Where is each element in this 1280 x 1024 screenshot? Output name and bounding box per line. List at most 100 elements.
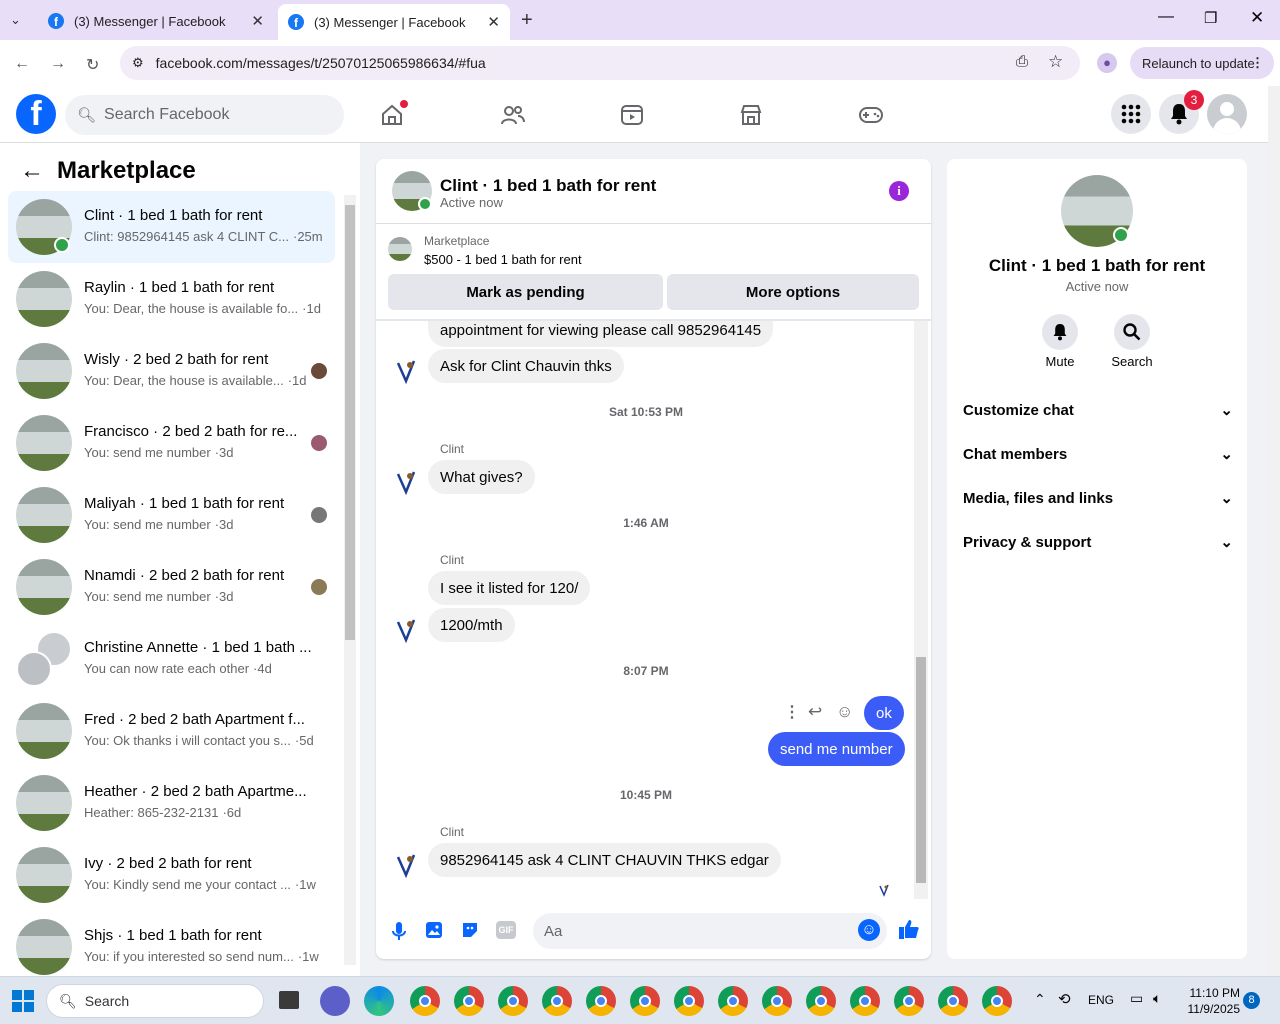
back-icon[interactable]: ← xyxy=(14,55,30,73)
sticker-icon[interactable] xyxy=(460,920,480,940)
conversation-item[interactable]: Nnamdi · 2 bed 2 bath for rent You: send … xyxy=(8,551,335,623)
profile-name[interactable]: Clint · 1 bed 1 bath for rent xyxy=(947,256,1247,276)
microphone-icon[interactable] xyxy=(390,921,408,941)
conversation-item[interactable]: Raylin · 1 bed 1 bath for rent You: Dear,… xyxy=(8,263,335,335)
task-view-icon[interactable] xyxy=(279,991,299,1009)
reload-icon[interactable]: ↻ xyxy=(86,55,99,75)
listing-thumbnail[interactable] xyxy=(388,237,412,261)
chrome-window-icon[interactable] xyxy=(718,986,748,1016)
message-bubble[interactable]: I see it listed for 120/ xyxy=(428,571,591,605)
sender-avatar[interactable] xyxy=(394,357,422,385)
conversation-item[interactable]: Wisly · 2 bed 2 bath for rent You: Dear, … xyxy=(8,335,335,407)
back-arrow-icon[interactable]: ← xyxy=(20,157,44,185)
list-scrollbar[interactable] xyxy=(344,195,356,965)
message-bubble[interactable]: Ask for Clint Chauvin thks xyxy=(428,349,624,383)
more-actions-icon[interactable]: ⋮ xyxy=(784,702,800,722)
chrome-window-icon[interactable] xyxy=(542,986,572,1016)
chat-title[interactable]: Clint · 1 bed 1 bath for rent xyxy=(440,176,656,196)
react-emoji-icon[interactable]: ☺ xyxy=(836,702,853,722)
menu-grid-button[interactable] xyxy=(1111,94,1151,134)
conversation-item[interactable]: Ivy · 2 bed 2 bath for rent You: Kindly s… xyxy=(8,839,335,911)
chrome-window-icon[interactable] xyxy=(894,986,924,1016)
show-hidden-icons-icon[interactable]: ⌃ xyxy=(1034,991,1046,1008)
conversation-item[interactable]: Christine Annette · 1 bed 1 bath ... You … xyxy=(8,623,335,695)
conversation-item[interactable]: Shjs · 1 bed 1 bath for rent You: if you … xyxy=(8,911,335,983)
conversation-item[interactable]: Clint · 1 bed 1 bath for rent Clint: 9852… xyxy=(8,191,335,263)
menu-dots-icon[interactable]: ⋮ xyxy=(1251,55,1264,71)
marketplace-icon[interactable] xyxy=(739,103,763,127)
sender-avatar[interactable] xyxy=(394,616,422,644)
friends-icon[interactable] xyxy=(500,103,526,127)
edge-icon[interactable] xyxy=(364,986,394,1016)
gaming-icon[interactable] xyxy=(858,104,884,126)
browser-tab-1[interactable]: f (3) Messenger | Facebook ✕ xyxy=(38,6,274,36)
close-window-icon[interactable]: ✕ xyxy=(1250,8,1264,28)
message-bubble[interactable]: appointment for viewing please call 9852… xyxy=(428,321,774,347)
reply-icon[interactable]: ↩ xyxy=(808,702,822,722)
chat-scrollbar[interactable] xyxy=(914,321,928,899)
chrome-window-icon[interactable] xyxy=(938,986,968,1016)
mute-button[interactable] xyxy=(1042,314,1078,350)
chrome-window-icon[interactable] xyxy=(454,986,484,1016)
customize-chat-section[interactable]: Customize chat ⌄ xyxy=(963,395,1233,425)
profile-icon[interactable]: ● xyxy=(1097,53,1117,73)
chrome-window-icon[interactable] xyxy=(498,986,528,1016)
clock-date[interactable]: 11/9/2025 xyxy=(1180,1002,1241,1016)
sender-avatar[interactable] xyxy=(394,468,422,496)
more-options-button[interactable]: More options xyxy=(667,274,919,310)
chrome-window-icon[interactable] xyxy=(850,986,880,1016)
account-avatar[interactable] xyxy=(1207,94,1247,134)
chrome-window-icon[interactable] xyxy=(674,986,704,1016)
chrome-window-icon[interactable] xyxy=(982,986,1012,1016)
chat-members-section[interactable]: Chat members ⌄ xyxy=(963,439,1233,469)
language-indicator[interactable]: ENG xyxy=(1088,993,1114,1007)
restore-icon[interactable]: ❐ xyxy=(1204,9,1217,27)
privacy-support-section[interactable]: Privacy & support ⌄ xyxy=(963,527,1233,557)
message-bubble-sent[interactable]: send me number xyxy=(768,732,905,766)
message-bubble[interactable]: What gives? xyxy=(428,460,535,494)
conversation-item[interactable]: Maliyah · 1 bed 1 bath for rent You: send… xyxy=(8,479,335,551)
chrome-window-icon[interactable] xyxy=(410,986,440,1016)
sender-avatar[interactable] xyxy=(394,851,422,879)
conversation-item[interactable]: Fred · 2 bed 2 bath Apartment f... You: O… xyxy=(8,695,335,767)
close-tab-icon[interactable]: ✕ xyxy=(487,13,500,31)
install-app-icon[interactable]: ⎙ xyxy=(1016,53,1028,70)
video-icon[interactable] xyxy=(620,103,644,127)
tab-list-icon[interactable]: ⌄ xyxy=(10,12,21,28)
forward-icon[interactable]: → xyxy=(50,55,66,73)
minimize-icon[interactable]: — xyxy=(1158,8,1174,26)
emoji-icon[interactable]: ☺ xyxy=(858,919,880,941)
mark-as-pending-button[interactable]: Mark as pending xyxy=(388,274,663,310)
new-tab-icon[interactable]: + xyxy=(521,9,533,32)
teams-icon[interactable] xyxy=(320,986,350,1016)
taskbar-search[interactable]: 🔍︎ Search xyxy=(46,984,264,1018)
site-info-icon[interactable]: ⚙ xyxy=(132,55,144,71)
facebook-logo-icon[interactable]: f xyxy=(16,94,56,134)
message-bubble-sent[interactable]: ok xyxy=(864,696,904,730)
info-icon[interactable]: i xyxy=(889,181,909,201)
search-in-chat-button[interactable] xyxy=(1114,314,1150,350)
message-bubble[interactable]: 1200/mth xyxy=(428,608,515,642)
volume-icon[interactable]: 🔈︎ xyxy=(1153,990,1161,1007)
relaunch-button[interactable]: Relaunch to update ⋮ xyxy=(1130,47,1274,79)
conversation-item[interactable]: Heather · 2 bed 2 bath Apartme... Heather… xyxy=(8,767,335,839)
windows-start-icon[interactable] xyxy=(12,990,34,1012)
message-input[interactable]: Aa xyxy=(533,913,887,949)
gif-icon[interactable]: GIF xyxy=(496,921,516,939)
browser-tab-2[interactable]: f (3) Messenger | Facebook ✕ xyxy=(278,4,510,40)
clock-time[interactable]: 11:10 PM xyxy=(1180,986,1240,1000)
bookmark-star-icon[interactable]: ☆ xyxy=(1048,52,1063,72)
chrome-window-icon[interactable] xyxy=(630,986,660,1016)
like-thumb-icon[interactable] xyxy=(898,918,920,940)
photo-icon[interactable] xyxy=(424,920,444,940)
chrome-window-icon[interactable] xyxy=(762,986,792,1016)
media-files-links-section[interactable]: Media, files and links ⌄ xyxy=(963,483,1233,513)
message-bubble[interactable]: 9852964145 ask 4 CLINT CHAUVIN THKS edga… xyxy=(428,843,781,877)
chrome-window-icon[interactable] xyxy=(586,986,616,1016)
notification-badge[interactable]: 8 xyxy=(1243,992,1260,1009)
chrome-window-icon[interactable] xyxy=(806,986,836,1016)
sync-icon[interactable]: ⟲ xyxy=(1058,990,1071,1008)
page-scrollbar[interactable] xyxy=(1268,86,1280,976)
search-facebook-input[interactable]: 🔍︎ Search Facebook xyxy=(65,95,344,135)
listing-title[interactable]: $500 - 1 bed 1 bath for rent xyxy=(424,252,582,267)
